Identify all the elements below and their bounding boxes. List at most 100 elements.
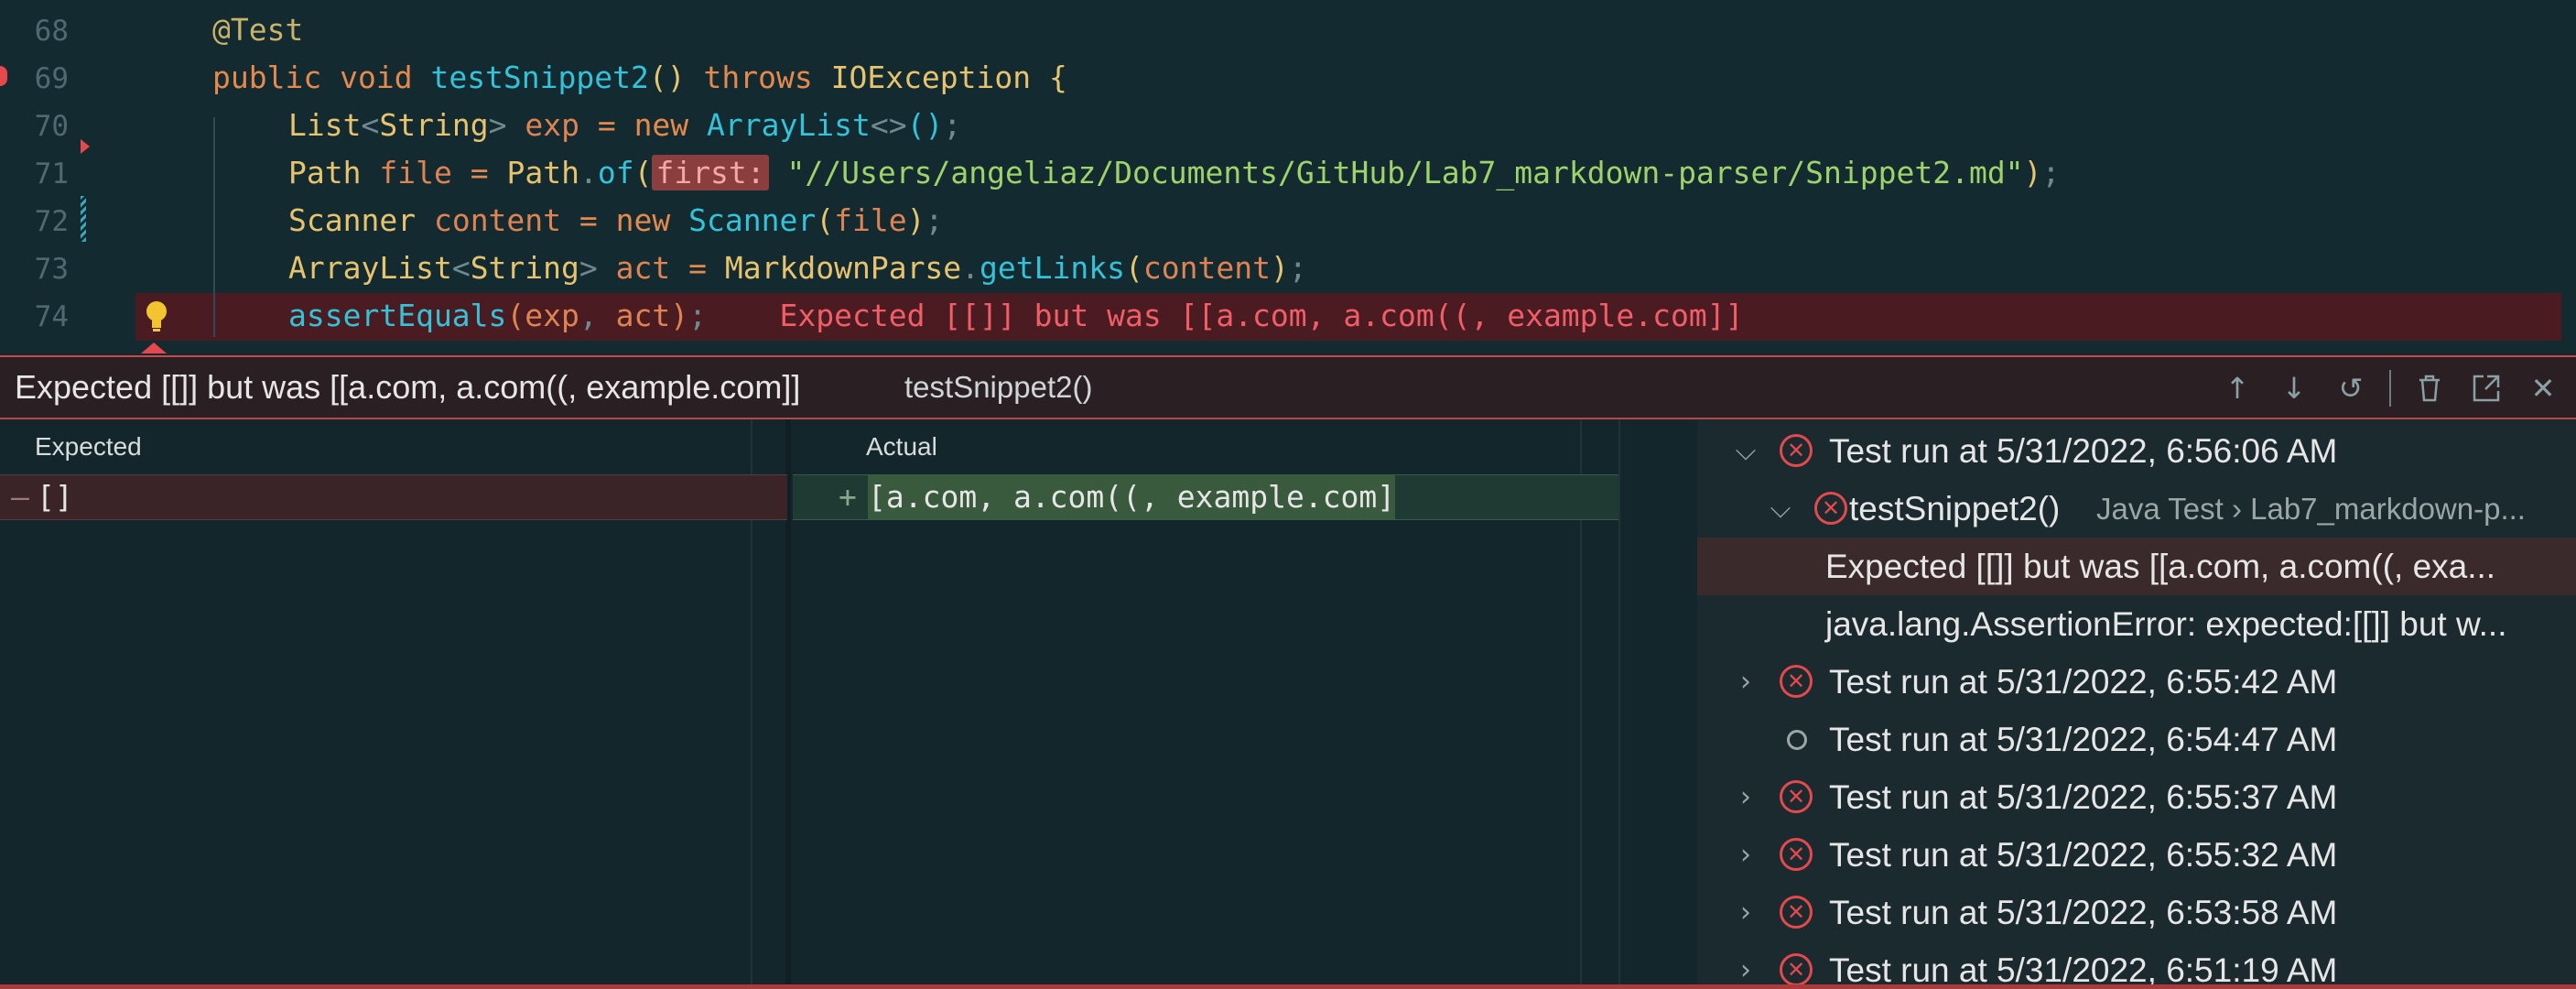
error-caret-icon — [141, 342, 167, 353]
test-run-item[interactable]: › ✕ Test run at 5/31/2022, 6:55:32 AM — [1697, 826, 2576, 884]
annotation: @Test — [212, 12, 304, 48]
open-external-icon[interactable] — [2468, 370, 2505, 407]
code-line[interactable]: List<String> exp = new ArrayList<>(); — [288, 102, 961, 149]
keyword: public — [212, 60, 322, 95]
variable: file — [379, 155, 452, 190]
operator: = — [688, 250, 708, 286]
method-name: testSnippet2 — [430, 60, 649, 95]
test-message-item[interactable]: java.lang.AssertionError: expected:[[]] … — [1697, 595, 2576, 653]
test-results-tree[interactable]: ⌵ ✕ Test run at 5/31/2022, 6:56:06 AM ⌵ … — [1697, 419, 2576, 987]
diff-expected-value: [] — [37, 479, 73, 515]
punct: ) — [2023, 155, 2042, 190]
operator: = — [470, 155, 489, 190]
type: List — [288, 107, 362, 143]
diff-added-marker: + — [839, 479, 857, 515]
keyword: new — [633, 107, 689, 143]
code-editor[interactable]: 68 69 70 71 72 73 74 @Test public void t… — [0, 0, 2576, 354]
punct: ) — [1270, 250, 1289, 286]
method-name: assertEquals — [288, 298, 507, 333]
class-name: MarkdownParse — [724, 250, 962, 286]
test-case-item[interactable]: ⌵ ✕ testSnippet2() Java Test › Lab7_mark… — [1697, 480, 2576, 538]
fail-icon: ✕ — [1814, 492, 1847, 525]
skipped-icon — [1787, 730, 1807, 750]
punct: ; — [1288, 250, 1307, 286]
brace: { — [1049, 60, 1067, 95]
test-run-item[interactable]: Test run at 5/31/2022, 6:54:47 AM — [1697, 711, 2576, 768]
diff-removed-marker: — — [11, 479, 29, 515]
keyword: void — [340, 60, 413, 95]
punct: > — [579, 250, 598, 286]
punct: ( — [1125, 250, 1143, 286]
punct: , — [579, 298, 598, 333]
chevron-right-icon[interactable]: › — [1732, 768, 1759, 826]
operator: = — [597, 107, 616, 143]
code-line[interactable]: @Test — [212, 6, 303, 54]
punct: ( — [633, 155, 653, 190]
chevron-right-icon[interactable]: › — [1732, 884, 1759, 941]
test-run-item[interactable]: › ✕ Test run at 5/31/2022, 6:55:42 AM — [1697, 653, 2576, 711]
punct: ; — [943, 107, 962, 143]
code-line[interactable]: assertEquals(exp, act); Expected [[]] bu… — [288, 292, 1744, 340]
test-run-item[interactable]: › ✕ Test run at 5/31/2022, 6:51:19 AM — [1697, 941, 2576, 987]
trash-icon[interactable] — [2411, 370, 2448, 407]
chevron-right-icon[interactable]: › — [1732, 941, 1759, 987]
variable: content — [433, 202, 562, 238]
test-run-item[interactable]: › ✕ Test run at 5/31/2022, 6:53:58 AM — [1697, 884, 2576, 941]
punct: ) — [906, 202, 925, 238]
line-number: 73 — [34, 253, 69, 286]
diff-expected-title: Expected — [35, 432, 142, 461]
fail-icon: ✕ — [1780, 434, 1813, 467]
arrow-down-icon[interactable]: ↓ — [2276, 370, 2312, 407]
line-number: 74 — [34, 300, 69, 333]
lightbulb-icon[interactable] — [143, 299, 170, 335]
chevron-right-icon[interactable]: › — [1732, 826, 1759, 884]
fail-icon: ✕ — [1780, 953, 1813, 986]
test-run-item[interactable]: ⌵ ✕ Test run at 5/31/2022, 6:56:06 AM — [1697, 422, 2576, 480]
type: Path — [288, 155, 362, 190]
code-line[interactable]: Scanner content = new Scanner(file); — [288, 197, 943, 245]
type: String — [470, 250, 579, 286]
test-run-label: Test run at 5/31/2022, 6:51:19 AM — [1829, 951, 2338, 987]
arrow-up-icon[interactable]: ↑ — [2219, 370, 2256, 407]
punct: ( — [506, 298, 525, 333]
test-run-item[interactable]: › ✕ Test run at 5/31/2022, 6:55:37 AM — [1697, 768, 2576, 826]
test-run-label: Test run at 5/31/2022, 6:55:42 AM — [1829, 663, 2338, 701]
punct: . — [579, 155, 598, 190]
keyword: new — [615, 202, 671, 238]
punct: ; — [688, 298, 708, 333]
argument: act — [615, 298, 671, 333]
string-literal: "//Users/angeliaz/Documents/GitHub/Lab7_… — [786, 155, 2024, 190]
parens: () — [648, 60, 686, 95]
code-line[interactable]: ArrayList<String> act = MarkdownParse.ge… — [288, 245, 1307, 292]
type: String — [379, 107, 489, 143]
fold-arrow-icon[interactable] — [81, 139, 90, 154]
close-icon[interactable]: ✕ — [2525, 370, 2561, 407]
fail-icon: ✕ — [1780, 665, 1813, 698]
panel-bottom-border — [0, 984, 2576, 989]
diff-removed-line: — [] — [0, 474, 787, 520]
peek-test-name[interactable]: testSnippet2() — [904, 357, 1092, 418]
diff-actual-title: Actual — [866, 432, 937, 461]
chevron-down-icon[interactable]: ⌵ — [1732, 422, 1759, 480]
diff-divider — [1618, 419, 1620, 987]
code-line[interactable]: public void testSnippet2() throws IOExce… — [212, 54, 1067, 102]
code-line[interactable]: Path file = Path.of(first: "//Users/ange… — [288, 149, 2060, 197]
chevron-right-icon[interactable]: › — [1732, 653, 1759, 711]
test-message-label: Expected [[]] but was [[a.com, a.com((, … — [1825, 548, 2496, 585]
test-run-label: Test run at 5/31/2022, 6:54:47 AM — [1829, 721, 2338, 758]
punct: ; — [925, 202, 944, 238]
class-name: ArrayList — [707, 107, 871, 143]
keyword: throws — [703, 60, 813, 95]
chevron-down-icon[interactable]: ⌵ — [1767, 480, 1794, 538]
test-case-label: testSnippet2() — [1849, 490, 2061, 527]
inline-error-message: Expected [[]] but was [[a.com, a.com((, … — [779, 298, 1744, 333]
line-number: 68 — [34, 15, 69, 48]
fail-icon: ✕ — [1780, 838, 1813, 871]
punct: ( — [816, 202, 835, 238]
test-message-item[interactable]: Expected [[]] but was [[a.com, a.com((, … — [1697, 538, 2576, 595]
history-icon[interactable]: ↺ — [2332, 370, 2369, 407]
class-name: Path — [506, 155, 579, 190]
method-name: getLinks — [980, 250, 1125, 286]
peek-toolbar: ↑ ↓ ↺ ✕ — [2219, 370, 2561, 407]
toolbar-separator — [2389, 370, 2391, 407]
